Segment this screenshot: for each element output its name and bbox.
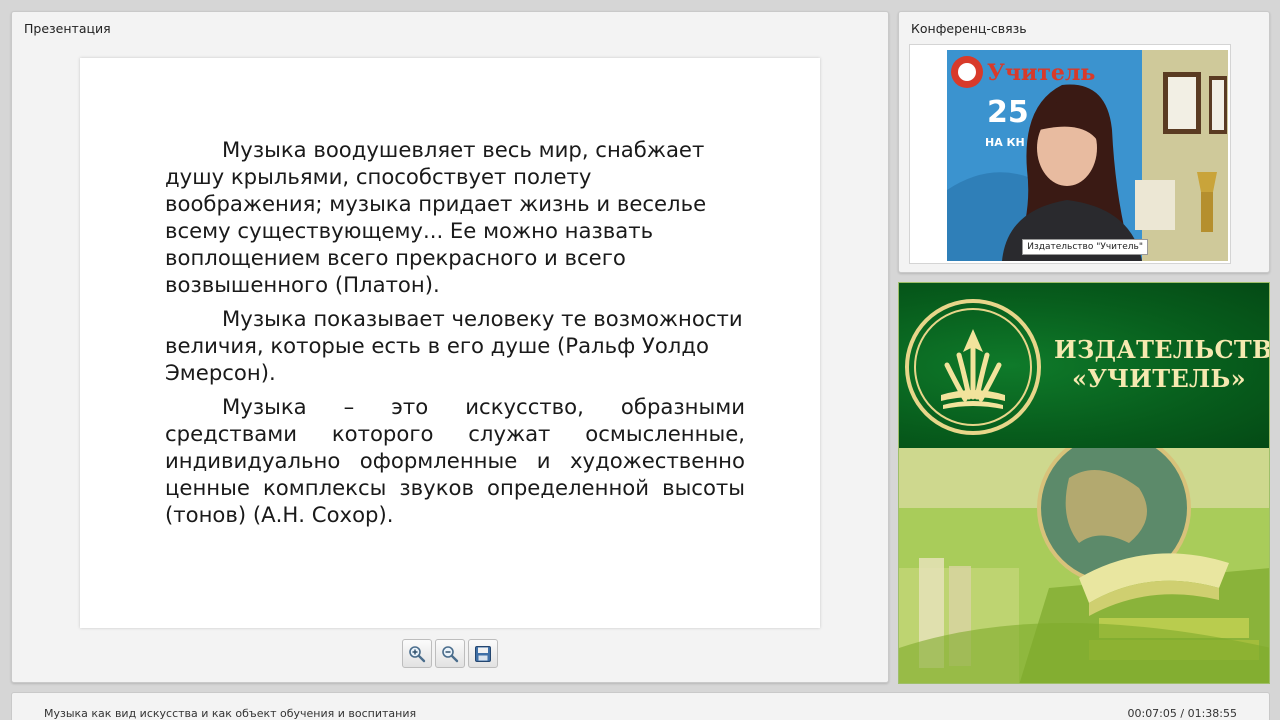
conference-panel-title: Конференц-связь: [911, 21, 1027, 36]
slide-paragraph-sokhor: Музыка – это искусство, образными средст…: [165, 394, 745, 527]
banner-top: ИЗДАТЕЛЬСТВО «УЧИТЕЛЬ»: [899, 283, 1270, 448]
zoom-in-button[interactable]: [402, 639, 432, 668]
conference-panel: Конференц-связь Учитель 25 НА КН Издател…: [898, 11, 1270, 273]
backdrop-logo-text: Учитель: [987, 60, 1095, 86]
slide-paragraph-plato: Музыка воодушевляет весь мир, снабжает д…: [165, 137, 707, 297]
lecture-title: Музыка как вид искусства и как объект об…: [44, 707, 417, 720]
video-frame: Учитель 25 НА КН Издательство "Учитель": [947, 50, 1228, 261]
slide-paragraph-emerson: Музыка показывает человеку те возможност…: [165, 306, 743, 385]
save-icon: [475, 645, 491, 662]
zoom-out-button[interactable]: [435, 639, 465, 668]
presentation-panel-title: Презентация: [24, 21, 111, 36]
video-scene: Учитель 25 НА КН: [947, 50, 1228, 261]
slide: Музыка воодушевляет весь мир, снабжает д…: [80, 58, 820, 628]
books-globe-illustration: [899, 448, 1269, 683]
backdrop-number: 25: [987, 95, 1029, 130]
zoom-out-icon: [442, 645, 459, 662]
slide-toolbar: [402, 639, 498, 668]
presentation-panel: Презентация Музыка воодушевляет весь мир…: [11, 11, 889, 683]
publisher-logo-icon: [905, 299, 1041, 435]
playback-time: 00:07:05 / 01:38:55: [1127, 707, 1237, 720]
banner-books-image: [899, 448, 1269, 683]
backdrop-sub: НА КН: [985, 136, 1025, 149]
slide-text: Музыка воодушевляет весь мир, снабжает д…: [165, 136, 745, 535]
participant-caption: Издательство "Учитель": [1022, 239, 1148, 255]
zoom-in-icon: [409, 645, 426, 662]
publisher-banner: ИЗДАТЕЛЬСТВО «УЧИТЕЛЬ»: [898, 282, 1270, 684]
footer-bar: Музыка как вид искусства и как объект об…: [11, 692, 1270, 720]
banner-line-2: «УЧИТЕЛЬ»: [1072, 364, 1246, 393]
video-container[interactable]: Учитель 25 НА КН Издательство "Учитель": [909, 44, 1231, 264]
save-button[interactable]: [468, 639, 498, 668]
banner-line-1: ИЗДАТЕЛЬСТВО: [1054, 335, 1270, 364]
banner-publisher-name: ИЗДАТЕЛЬСТВО «УЧИТЕЛЬ»: [1054, 335, 1270, 393]
